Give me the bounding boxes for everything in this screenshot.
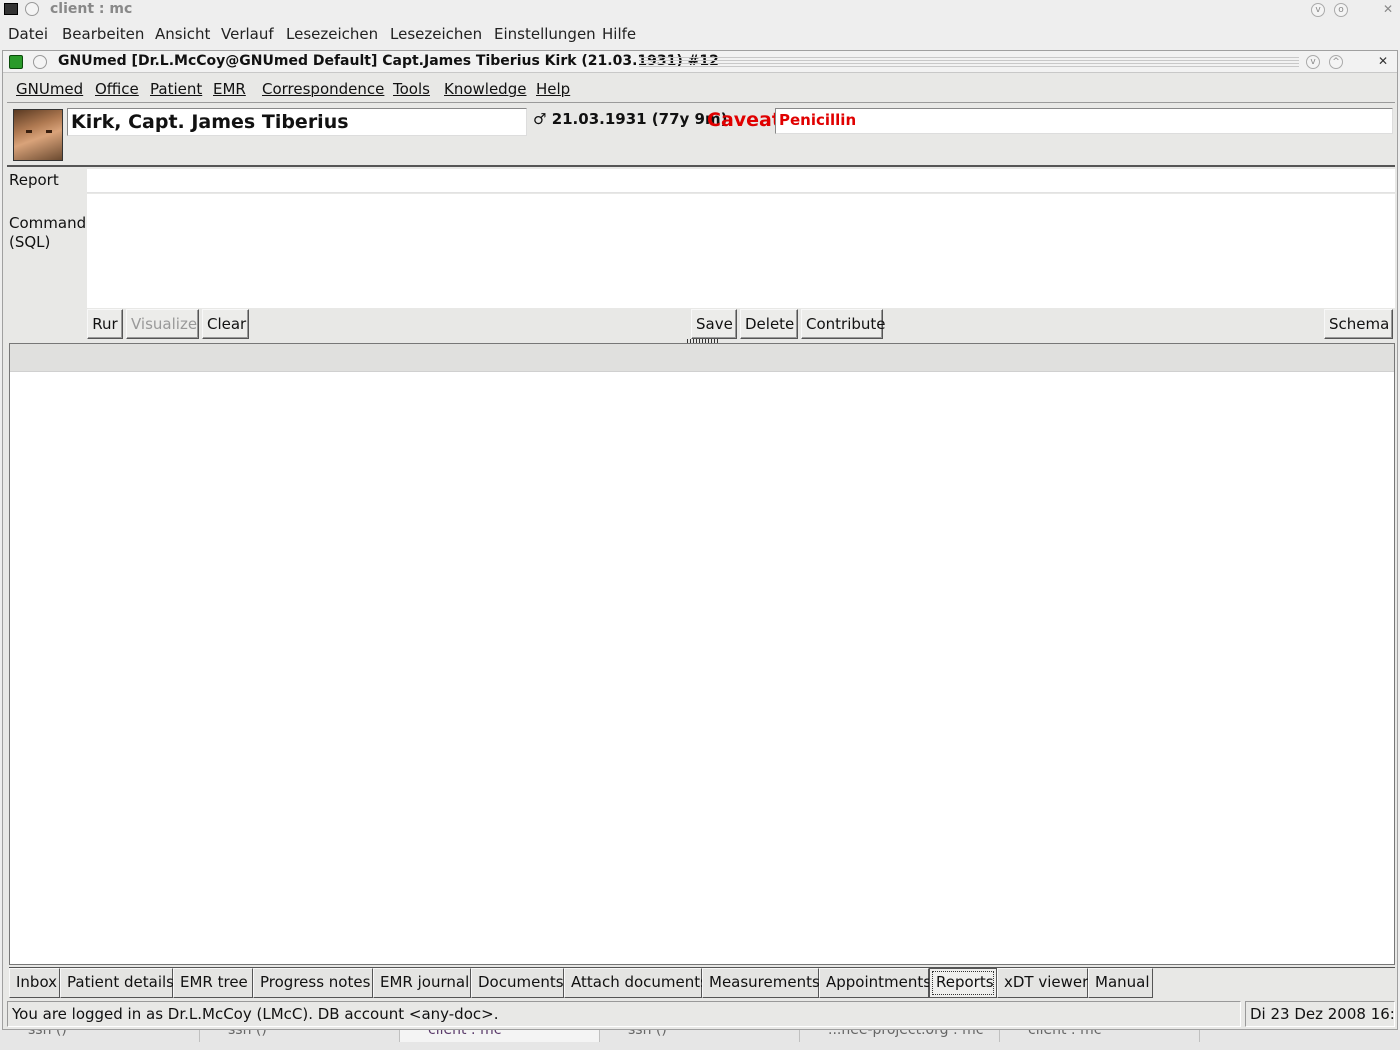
contribute-button[interactable]: Contribute: [801, 309, 886, 339]
datetime-status-text: Di 23 Dez 2008 16:0: [1245, 1001, 1395, 1027]
patient-name-field[interactable]: Kirk, Capt. James Tiberius: [67, 108, 527, 136]
taskbar-item-label: client : mc: [1028, 1030, 1102, 1038]
caveat-label: Caveat: [707, 109, 781, 131]
taskbar-item-label: ...hee-project.org : mc: [828, 1030, 984, 1038]
tab-emr-journal[interactable]: EMR journal: [373, 968, 471, 998]
run-button[interactable]: Rur: [87, 309, 123, 339]
tab-appointments[interactable]: Appointments: [819, 968, 931, 998]
menu-knowledge[interactable]: Knowledge: [444, 80, 526, 98]
close-icon[interactable]: ✕: [1376, 55, 1390, 69]
status-bar: You are logged in as Dr.L.McCoy (LMcC). …: [7, 1001, 1395, 1027]
menu-lesezeichen-1[interactable]: Lesezeichen: [286, 25, 378, 43]
visualize-button[interactable]: Visualize: [126, 309, 199, 339]
terminal-icon: [4, 3, 18, 15]
report-name-input[interactable]: [87, 169, 1395, 193]
outer-menubar: Datei Bearbeiten Ansicht Verlauf Lesezei…: [0, 22, 1400, 46]
menu-hilfe[interactable]: Hilfe: [602, 25, 636, 43]
menu-datei[interactable]: Datei: [8, 25, 48, 43]
gnumed-window: GNUmed [Dr.L.McCoy@GNUmed Default] Capt.…: [2, 50, 1398, 1030]
clear-button[interactable]: Clear: [202, 309, 249, 339]
menu-office[interactable]: Office: [95, 80, 139, 98]
taskbar-item-label: ssh (): [228, 1030, 267, 1038]
tab-progress-notes[interactable]: Progress notes: [253, 968, 373, 998]
tab-documents[interactable]: Documents: [471, 968, 564, 998]
save-button[interactable]: Save: [691, 309, 737, 339]
delete-button[interactable]: Delete: [740, 309, 798, 339]
menu-bearbeiten[interactable]: Bearbeiten: [62, 25, 144, 43]
gnumed-app-icon: [9, 55, 23, 69]
menu-tools[interactable]: Tools: [393, 80, 430, 98]
menu-einstellungen[interactable]: Einstellungen: [494, 25, 596, 43]
close-icon[interactable]: ✕: [1381, 3, 1395, 17]
menu-patient[interactable]: Patient: [150, 80, 202, 98]
minimize-icon[interactable]: v: [1306, 55, 1320, 69]
pin-icon[interactable]: [25, 2, 39, 16]
tab-patient-details[interactable]: Patient details: [60, 968, 174, 998]
tab-inbox[interactable]: Inbox: [9, 968, 60, 998]
taskbar-item-ssh-1[interactable]: ssh (): [0, 1030, 200, 1042]
tab-xdt-viewer[interactable]: xDT viewer: [997, 968, 1088, 998]
gnumed-menubar: GNUmed Office Patient EMR Correspondence…: [7, 77, 1395, 103]
gender-male-icon: ♂: [533, 110, 547, 128]
taskbar-item-label: ssh (): [28, 1030, 67, 1038]
gnumed-titlebar: GNUmed [Dr.L.McCoy@GNUmed Default] Capt.…: [3, 51, 1397, 73]
taskbar-item-client-mc-2[interactable]: client : mc: [1000, 1030, 1200, 1042]
tab-attach-documents[interactable]: Attach documents: [564, 968, 708, 998]
patient-photo[interactable]: [13, 109, 63, 161]
taskbar-item-client-mc-1[interactable]: client : mc: [400, 1030, 600, 1042]
tab-reports[interactable]: Reports: [929, 968, 997, 998]
menu-correspondence[interactable]: Correspondence: [262, 80, 384, 98]
query-results-grid[interactable]: [9, 343, 1395, 965]
dob-text: 21.03.1931 (77y 9m): [551, 110, 728, 128]
outer-window-title: client : mc: [50, 1, 133, 17]
schema-button[interactable]: Schema: [1324, 309, 1393, 339]
caveat-field[interactable]: Penicillin: [775, 108, 1393, 134]
patient-dob: ♂ 21.03.1931 (77y 9m): [533, 110, 727, 128]
taskbar: ssh () ssh () client : mc ssh () ...hee-…: [0, 1030, 1400, 1050]
menu-emr[interactable]: EMR: [213, 80, 246, 98]
results-grid-header: [10, 344, 1394, 372]
menu-ansicht[interactable]: Ansicht: [155, 25, 210, 43]
menu-gnumed[interactable]: GNUmed: [16, 80, 83, 98]
pin-icon[interactable]: [33, 55, 47, 69]
tab-measurements[interactable]: Measurements: [702, 968, 820, 998]
patient-header: Kirk, Capt. James Tiberius ♂ 21.03.1931 …: [7, 105, 1395, 167]
taskbar-item-label: ssh (): [628, 1030, 667, 1038]
gnumed-window-title: GNUmed [Dr.L.McCoy@GNUmed Default] Capt.…: [58, 53, 719, 69]
menu-verlauf[interactable]: Verlauf: [221, 25, 274, 43]
login-status-text: You are logged in as Dr.L.McCoy (LMcC). …: [7, 1001, 1241, 1027]
outer-window-titlebar: client : mc v o ✕: [0, 0, 1400, 20]
notebook-tabs: Inbox Patient details EMR tree Progress …: [9, 967, 1395, 998]
taskbar-item-ssh-2[interactable]: ssh (): [200, 1030, 400, 1042]
menu-help[interactable]: Help: [536, 80, 570, 98]
tab-manual[interactable]: Manual: [1088, 968, 1153, 998]
taskbar-item-label: client : mc: [428, 1030, 502, 1038]
menu-lesezeichen-2[interactable]: Lesezeichen: [390, 25, 482, 43]
command-sql-label: Command (SQL): [9, 214, 87, 251]
minimize-icon[interactable]: v: [1311, 3, 1325, 17]
sql-command-textarea[interactable]: [87, 194, 1395, 308]
maximize-icon[interactable]: o: [1334, 3, 1348, 17]
tab-emr-tree[interactable]: EMR tree: [173, 968, 253, 998]
taskbar-item-ssh-3[interactable]: ssh (): [600, 1030, 800, 1042]
report-label: Report: [9, 171, 59, 189]
titlebar-stripes: [639, 57, 1299, 67]
maximize-icon[interactable]: ^: [1329, 55, 1343, 69]
taskbar-item-project-mc[interactable]: ...hee-project.org : mc: [800, 1030, 1000, 1042]
